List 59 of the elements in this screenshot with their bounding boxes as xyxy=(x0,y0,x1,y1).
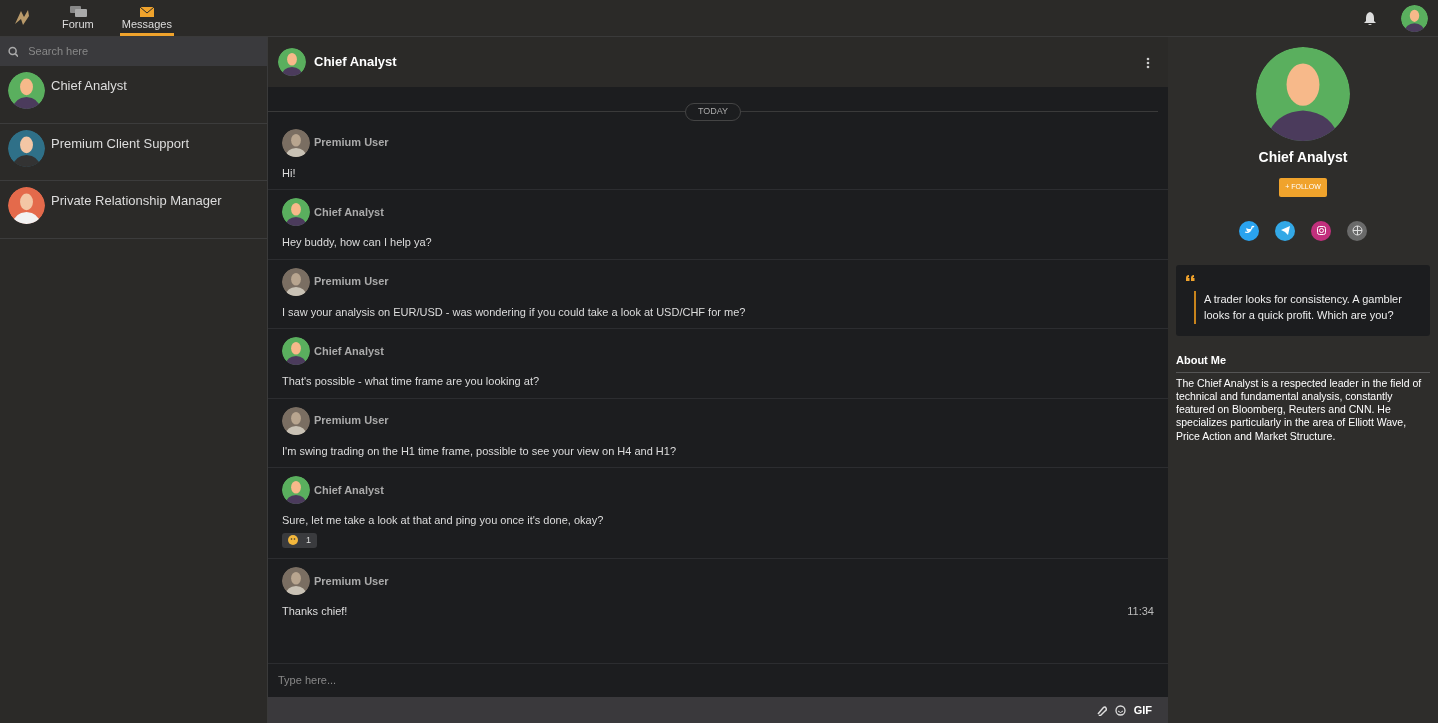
sender-name: Premium User xyxy=(314,135,389,151)
quote-icon xyxy=(1186,275,1195,282)
search-icon xyxy=(8,46,19,57)
conversation-item[interactable]: Premium Client Support xyxy=(0,123,267,181)
conversation-item[interactable]: Chief Analyst xyxy=(0,66,267,124)
message-input[interactable]: Type here... xyxy=(268,672,1168,689)
sender-name: Premium User xyxy=(314,574,389,589)
chat-title: Chief Analyst xyxy=(314,53,397,72)
message-text: Hey buddy, how can I help ya? xyxy=(282,235,432,250)
photo-placeholder xyxy=(282,267,310,296)
instagram-link[interactable] xyxy=(1311,220,1331,241)
smiley-icon xyxy=(1114,705,1126,717)
message-text: Hi! xyxy=(282,165,296,181)
about-heading: About Me xyxy=(1176,351,1430,373)
paper-plane-icon xyxy=(1279,225,1291,236)
search-bar[interactable]: Search here xyxy=(0,37,267,66)
web-link[interactable] xyxy=(1347,220,1367,241)
telegram-link[interactable] xyxy=(1275,220,1295,241)
photo-placeholder xyxy=(282,406,310,435)
paperclip-icon xyxy=(1095,705,1107,717)
bird-icon xyxy=(1243,225,1255,236)
contact-avatar xyxy=(8,187,45,224)
sender-name: Chief Analyst xyxy=(314,343,384,359)
gif-button[interactable]: GIF xyxy=(1133,701,1152,719)
globe-icon xyxy=(1351,225,1363,236)
photo-placeholder xyxy=(282,567,310,596)
sender-name: Chief Analyst xyxy=(314,482,384,498)
photo-placeholder xyxy=(282,128,310,157)
chat-bubbles-icon xyxy=(68,4,87,18)
message-text: I saw your analysis on EUR/USD - was wondering if you could take a look at USD/CHF for me? xyxy=(282,304,746,320)
bell-icon xyxy=(1363,11,1377,27)
emoji-face-icon xyxy=(288,535,298,546)
kebab-menu-icon xyxy=(1146,56,1150,69)
search-field[interactable]: Search here xyxy=(26,42,259,61)
message-text: Sure, let me take a look at that and ping you once it's done, okay? xyxy=(282,513,604,528)
message-time: 11:34 xyxy=(1127,604,1154,620)
contact-avatar xyxy=(278,48,306,76)
profile-name: Chief Analyst xyxy=(1257,148,1349,167)
quote-text: A trader looks for consistency. A gambler looks for a quick profit. Which are you? xyxy=(1194,290,1420,324)
about-text: The Chief Analyst is a respected leader in the field of technical and fundamental analysis, constantly featured on Bloomberg, Reuters and CNN. He specializes particularly in the area of Elliott Wave, Price Action and Market Structure. xyxy=(1176,377,1423,443)
sender-name: Premium User xyxy=(314,413,389,429)
message-text: Thanks chief! xyxy=(282,604,348,620)
envelope-icon xyxy=(137,4,156,18)
sender-avatar xyxy=(282,198,310,226)
sender-name: Chief Analyst xyxy=(314,204,384,220)
message-text: That's possible - what time frame are you looking at? xyxy=(282,374,540,389)
date-divider: TODAY xyxy=(684,103,742,121)
profile-avatar[interactable] xyxy=(1401,4,1428,32)
sender-avatar xyxy=(282,476,310,504)
message-text: I'm swing trading on the H1 time frame, possible to see your view on H4 and H1? xyxy=(282,443,677,459)
sender-avatar xyxy=(282,337,310,365)
nav-tab[interactable]: Forum xyxy=(60,2,96,36)
sender-name: Premium User xyxy=(314,274,389,290)
camera-icon xyxy=(1315,225,1327,236)
contact-avatar xyxy=(8,72,45,109)
twitter-link[interactable] xyxy=(1239,220,1259,241)
conversation-item[interactable]: Private Relationship Manager xyxy=(0,181,267,239)
reaction-button[interactable]: 1 xyxy=(282,532,317,548)
contact-avatar xyxy=(8,129,45,167)
